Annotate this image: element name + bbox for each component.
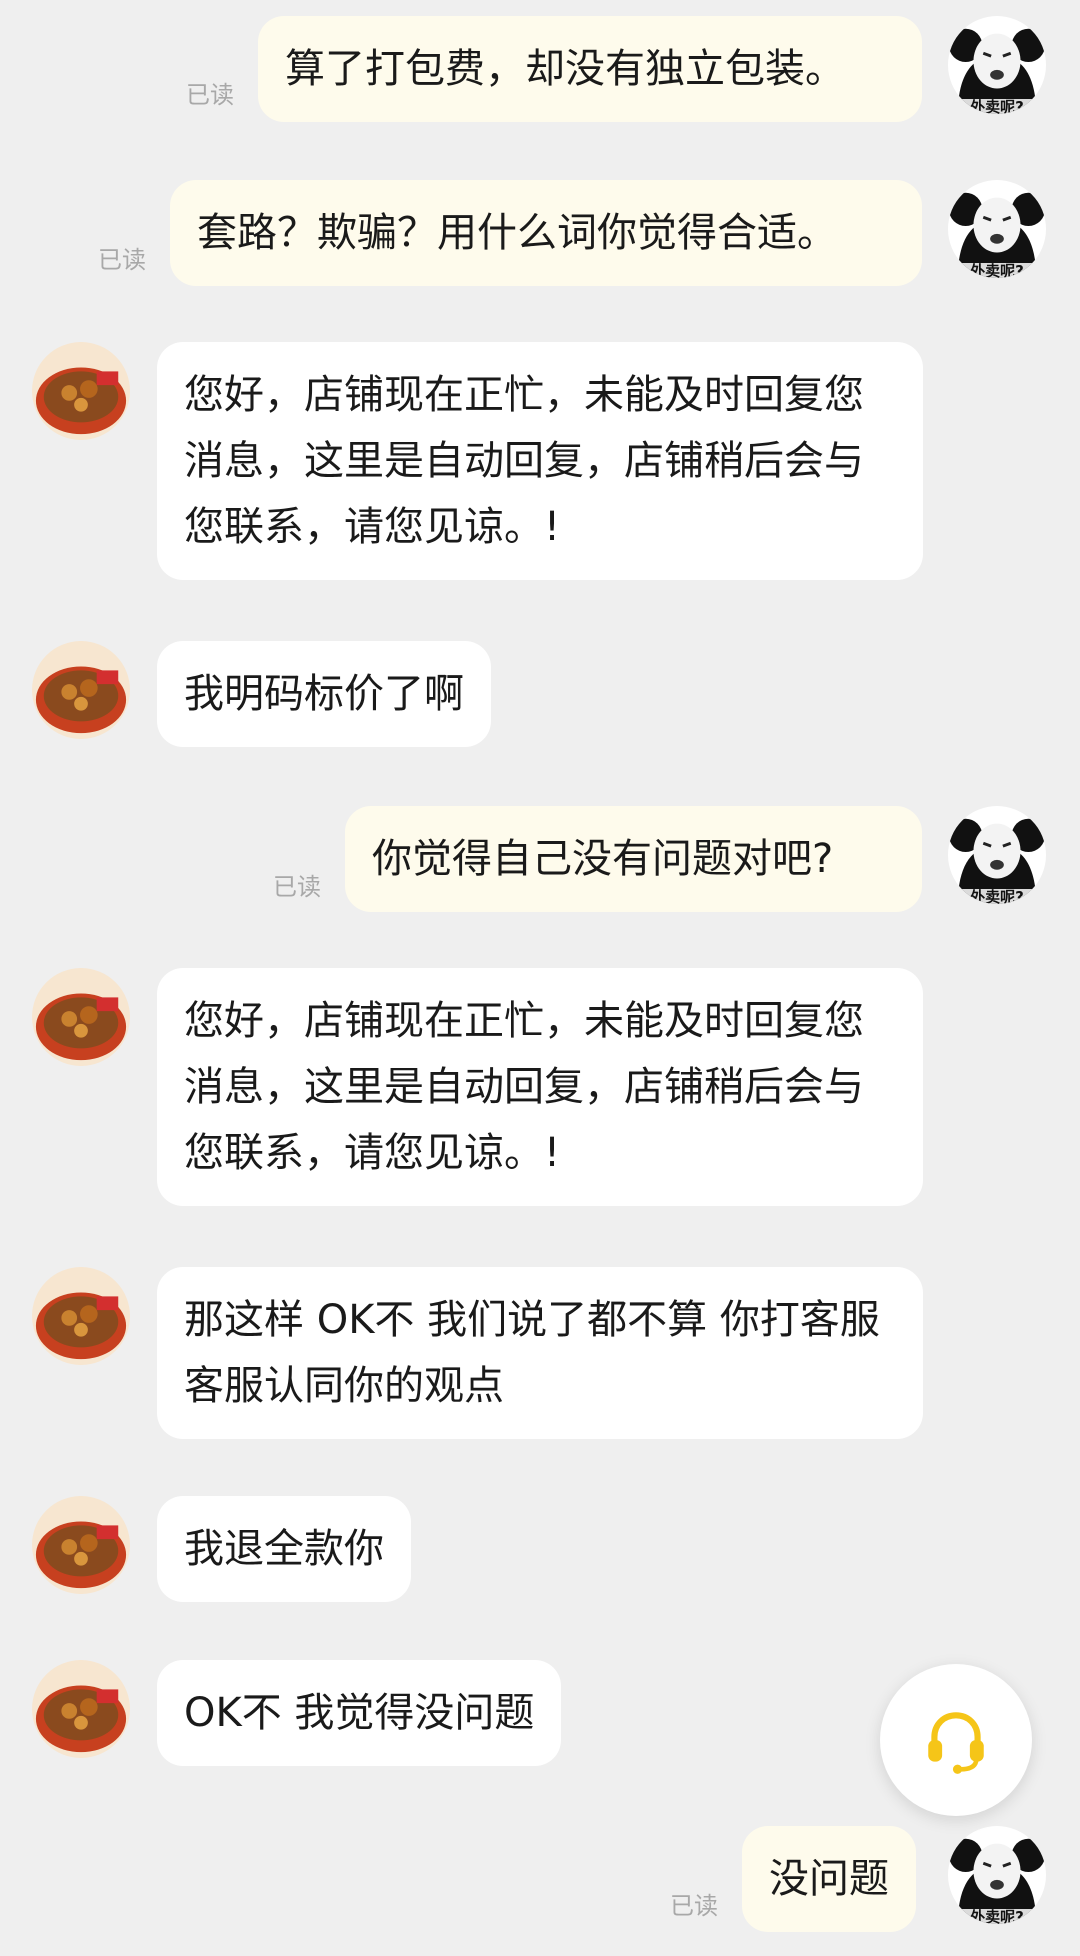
- message-bubble-incoming[interactable]: 您好，店铺现在正忙，未能及时回复您消息，这里是自动回复，店铺稍后会与您联系，请您…: [157, 342, 923, 580]
- message-bubble-outgoing[interactable]: 算了打包费，却没有独立包装。: [258, 16, 922, 122]
- shop-avatar[interactable]: [32, 1660, 130, 1758]
- shop-avatar[interactable]: [32, 641, 130, 739]
- shop-avatar[interactable]: [32, 342, 130, 440]
- message-bubble-outgoing[interactable]: 你觉得自己没有问题对吧?: [345, 806, 922, 912]
- avatar-caption: 外卖呢?: [948, 1909, 1046, 1924]
- avatar-caption: 外卖呢?: [948, 99, 1046, 114]
- user-avatar[interactable]: 外卖呢?: [948, 806, 1046, 904]
- message-bubble-incoming[interactable]: 我明码标价了啊: [157, 641, 491, 747]
- shop-avatar[interactable]: [32, 968, 130, 1066]
- read-status: 已读: [186, 81, 234, 109]
- food-dish-avatar-icon: [32, 968, 130, 1066]
- read-status: 已读: [98, 246, 146, 274]
- customer-service-button[interactable]: [880, 1664, 1032, 1816]
- food-dish-avatar-icon: [32, 641, 130, 739]
- user-avatar[interactable]: 外卖呢?: [948, 1826, 1046, 1924]
- food-dish-avatar-icon: [32, 342, 130, 440]
- message-bubble-incoming[interactable]: 您好，店铺现在正忙，未能及时回复您消息，这里是自动回复，店铺稍后会与您联系，请您…: [157, 968, 923, 1206]
- message-bubble-outgoing[interactable]: 没问题: [742, 1826, 916, 1932]
- read-status: 已读: [273, 873, 321, 901]
- read-status: 已读: [670, 1892, 718, 1920]
- avatar-caption: 外卖呢?: [948, 263, 1046, 278]
- food-dish-avatar-icon: [32, 1496, 130, 1594]
- user-avatar[interactable]: 外卖呢?: [948, 16, 1046, 114]
- shop-avatar[interactable]: [32, 1267, 130, 1365]
- food-dish-avatar-icon: [32, 1267, 130, 1365]
- headset-icon: [928, 1712, 984, 1774]
- user-avatar[interactable]: 外卖呢?: [948, 180, 1046, 278]
- message-bubble-incoming[interactable]: 那这样 OK不 我们说了都不算 你打客服 客服认同你的观点: [157, 1267, 923, 1439]
- shop-avatar[interactable]: [32, 1496, 130, 1594]
- avatar-caption: 外卖呢?: [948, 889, 1046, 904]
- message-bubble-incoming[interactable]: 我退全款你: [157, 1496, 411, 1602]
- food-dish-avatar-icon: [32, 1660, 130, 1758]
- message-bubble-outgoing[interactable]: 套路？欺骗？用什么词你觉得合适。: [170, 180, 922, 286]
- message-bubble-incoming[interactable]: OK不 我觉得没问题: [157, 1660, 562, 1766]
